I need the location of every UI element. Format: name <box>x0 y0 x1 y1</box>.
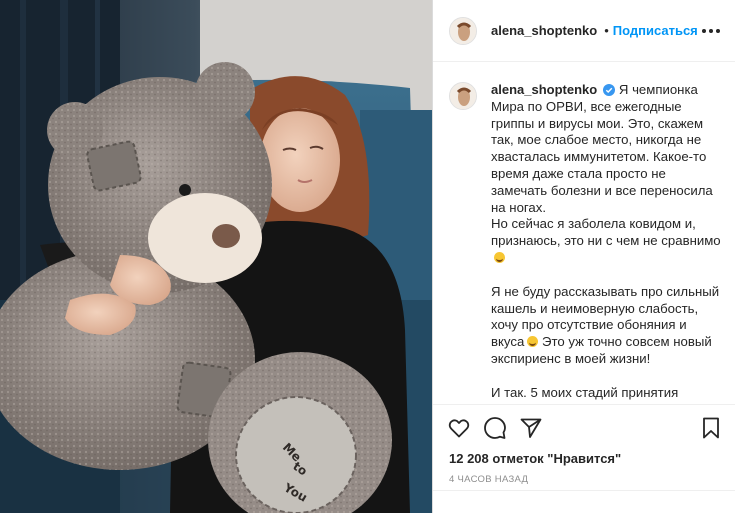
follow-button[interactable]: Подписаться <box>613 23 698 38</box>
separator-dot: • <box>604 23 609 38</box>
caption-avatar[interactable] <box>449 82 477 110</box>
caption-text-5: И так. 5 моих стадий принятия <box>491 384 679 400</box>
post-side-panel: alena_shoptenko • Подписаться alena_shop… <box>432 0 735 513</box>
caption-paragraph: Я не буду рассказывать про сильный кашел… <box>491 284 721 368</box>
more-dots-icon[interactable] <box>698 25 724 37</box>
instagram-post-window: Me to You alena_shoptenko • Подписаться <box>0 0 735 513</box>
post-photo-image: Me to You <box>0 0 432 513</box>
caption-username[interactable]: alena_shoptenko <box>491 82 597 97</box>
avatar[interactable] <box>449 16 477 45</box>
post-header: alena_shoptenko • Подписаться <box>433 0 735 62</box>
post-photo[interactable]: Me to You <box>0 0 432 513</box>
verified-badge-icon <box>603 84 616 96</box>
comment-icon[interactable] <box>483 416 507 440</box>
caption-paragraph: Но сейчас я заболела ковидом и, признаюс… <box>491 216 721 266</box>
comment-input-area[interactable] <box>433 490 735 513</box>
caption-text-2: Но сейчас я заболела ковидом и, признаюс… <box>491 216 721 249</box>
post-actions-block: 12 208 отметок "Нравится" 4 часов назад <box>433 404 735 485</box>
action-bar <box>433 405 735 451</box>
heart-icon[interactable] <box>447 416 471 440</box>
share-icon[interactable] <box>519 416 543 440</box>
avatar-image <box>450 17 476 44</box>
bookmark-icon[interactable] <box>699 416 723 440</box>
caption-area: alena_shoptenko Я чемпионка Мира по ОРВИ… <box>433 62 735 404</box>
grinning-emoji-icon <box>494 251 505 263</box>
grimacing-emoji-icon <box>527 336 539 348</box>
likes-count[interactable]: 12 208 отметок "Нравится" <box>433 451 735 466</box>
post-timestamp[interactable]: 4 часов назад <box>433 466 735 485</box>
caption-paragraph: И так. 5 моих стадий принятия <box>491 385 721 402</box>
avatar-image <box>450 83 476 109</box>
caption-paragraph: alena_shoptenko Я чемпионка Мира по ОРВИ… <box>491 82 721 216</box>
header-username[interactable]: alena_shoptenko <box>491 23 597 38</box>
caption-text-1: Я чемпионка Мира по ОРВИ, все ежегодные … <box>491 82 713 215</box>
post-caption: alena_shoptenko Я чемпионка Мира по ОРВИ… <box>491 82 721 404</box>
